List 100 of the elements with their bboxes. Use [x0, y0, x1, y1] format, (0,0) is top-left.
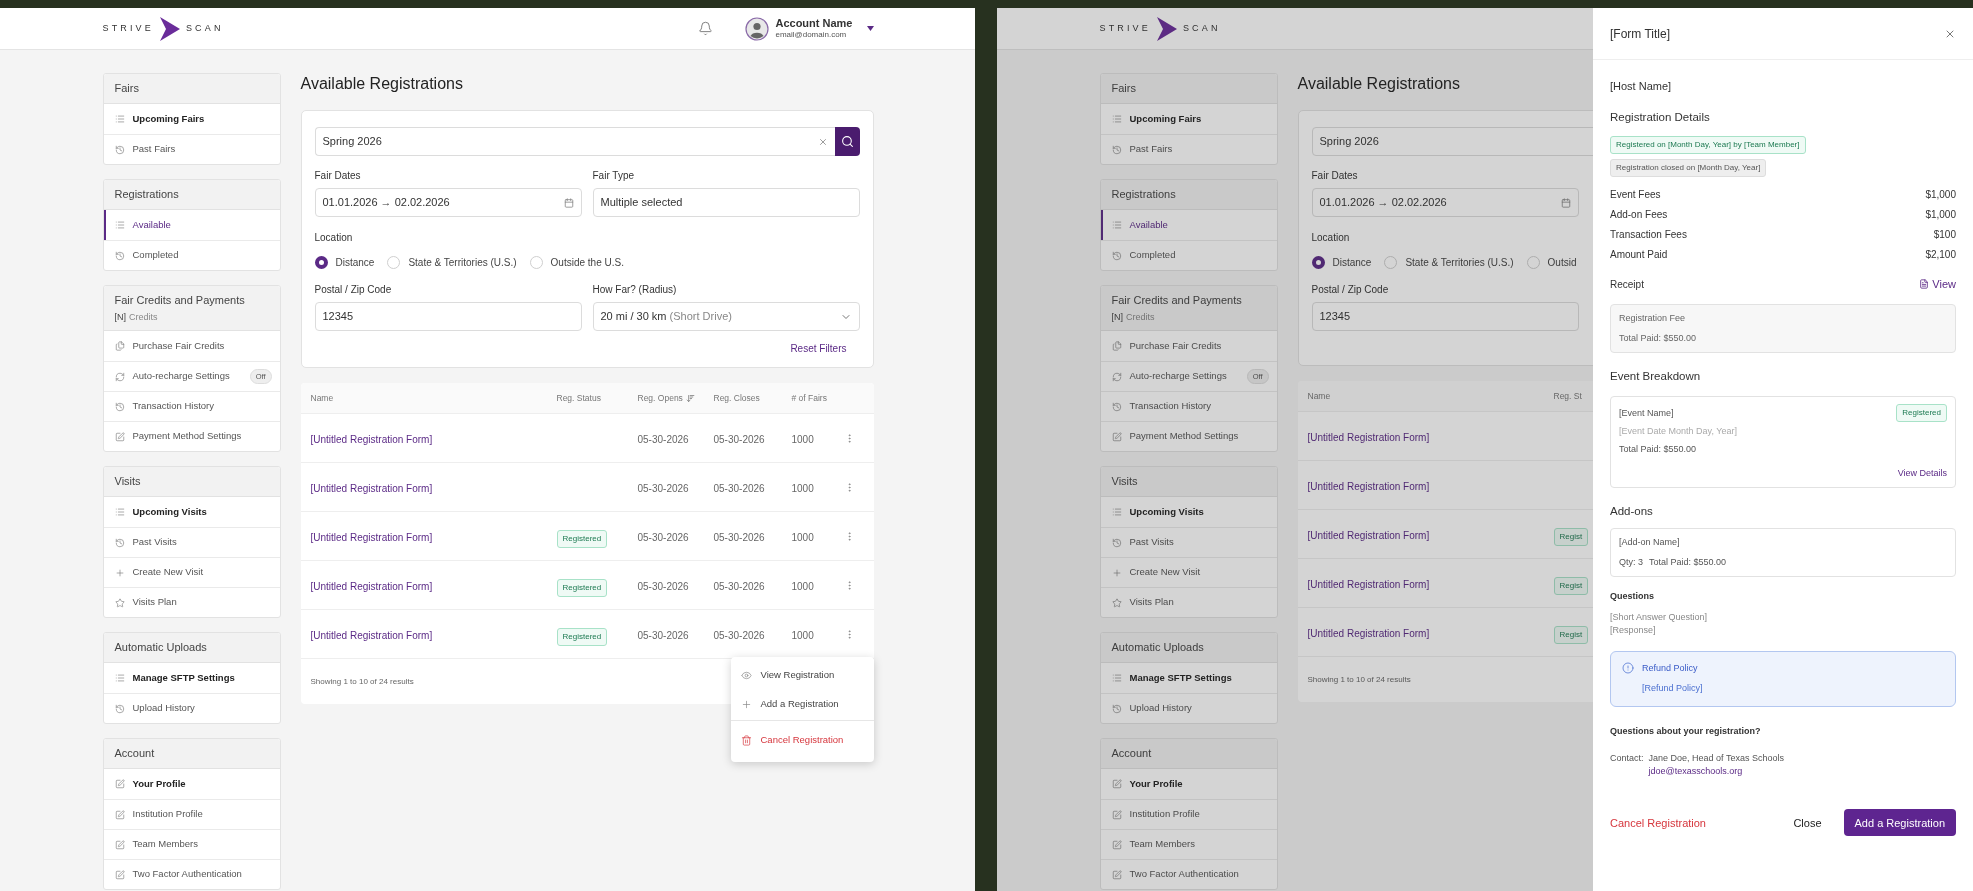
- date-range-field[interactable]: 01.01.2026 → 02.02.2026: [314, 188, 582, 217]
- credits-count: [N]: [1111, 311, 1123, 323]
- menu-item[interactable]: Add a Registration: [730, 690, 874, 719]
- caret-icon[interactable]: [866, 26, 874, 31]
- registration-form-link[interactable]: [Untitled Registration Form]: [1307, 577, 1430, 592]
- reset-filters-link[interactable]: Reset Filters: [790, 341, 847, 356]
- sidebar-item[interactable]: Upcoming Fairs: [103, 104, 280, 134]
- radio-button[interactable]: [314, 256, 328, 269]
- radio-label: Outsid: [1547, 256, 1577, 270]
- clear-icon[interactable]: [817, 136, 828, 147]
- section-title: Visits: [114, 474, 142, 489]
- radius-select[interactable]: 20 mi / 30 km (Short Drive): [592, 302, 860, 331]
- date-range-field[interactable]: 01.01.2026 → 02.02.2026: [1311, 188, 1579, 217]
- question-text: [Short Answer Question]: [1610, 610, 1709, 624]
- sidebar-item[interactable]: Create New Visit: [103, 557, 280, 587]
- sidebar-item[interactable]: Purchase Fair Credits: [1100, 331, 1277, 361]
- menu-item[interactable]: View Registration: [730, 661, 874, 690]
- view-receipt-link[interactable]: View: [1919, 275, 1956, 293]
- sidebar-item[interactable]: Manage SFTP Settings: [103, 663, 280, 693]
- logo-text: STRIVE: [1099, 21, 1151, 35]
- sidebar-item[interactable]: Institution Profile: [1100, 799, 1277, 829]
- postal-code-field[interactable]: 12345: [1311, 302, 1579, 331]
- sidebar-item[interactable]: Upload History: [103, 693, 280, 723]
- sidebar-item[interactable]: Past Fairs: [1100, 134, 1277, 164]
- plus-icon: [114, 567, 125, 578]
- table-cell: 05-30-2026: [637, 630, 689, 641]
- search-field[interactable]: Spring 2026: [314, 127, 835, 156]
- sidebar-item[interactable]: Purchase Fair Credits: [103, 331, 280, 361]
- sidebar-item[interactable]: Create New Visit: [1100, 557, 1277, 587]
- registered-badge: Registered: [556, 530, 608, 548]
- sidebar-item[interactable]: Past Visits: [103, 527, 280, 557]
- history-icon: [114, 537, 125, 548]
- section-heading: Add-ons: [1610, 504, 1654, 519]
- add-registration-button[interactable]: Add a Registration: [1843, 809, 1956, 837]
- section-heading: Registration Details: [1610, 109, 1711, 125]
- sidebar-item[interactable]: Upcoming Fairs: [1100, 104, 1277, 134]
- sidebar-item[interactable]: Manage SFTP Settings: [1100, 663, 1277, 693]
- sidebar-item[interactable]: Payment Method Settings: [103, 421, 280, 451]
- sidebar-item[interactable]: Upload History: [1100, 693, 1277, 723]
- registration-form-link[interactable]: [Untitled Registration Form]: [1307, 528, 1430, 543]
- fee-title: Registration Fee: [1619, 312, 1687, 326]
- registration-form-link[interactable]: [Untitled Registration Form]: [310, 481, 433, 496]
- refresh-icon: [114, 371, 125, 382]
- logo-text: STRIVE: [102, 21, 154, 35]
- registration-form-link[interactable]: [Untitled Registration Form]: [310, 579, 433, 594]
- sidebar-item[interactable]: Transaction History: [1100, 391, 1277, 421]
- notifications-bell-icon[interactable]: [698, 21, 714, 36]
- sidebar-item[interactable]: Upcoming Visits: [1100, 497, 1277, 527]
- edit-icon: [1111, 809, 1122, 820]
- sidebar-item[interactable]: Payment Method Settings: [1100, 421, 1277, 451]
- sort-icon[interactable]: [685, 393, 695, 403]
- sidebar-item[interactable]: Team Members: [103, 829, 280, 859]
- search-field[interactable]: Spring 2026: [1311, 127, 1593, 156]
- sidebar-item[interactable]: Transaction History: [103, 391, 280, 421]
- page-title: Available Registrations: [300, 74, 464, 94]
- section-title: Fairs: [114, 81, 140, 96]
- sidebar-item[interactable]: Available: [1100, 210, 1277, 240]
- registration-form-link[interactable]: [Untitled Registration Form]: [310, 432, 433, 447]
- search-button[interactable]: [834, 127, 860, 156]
- receipt-label: Receipt: [1610, 277, 1644, 292]
- registration-form-link[interactable]: [Untitled Registration Form]: [310, 530, 433, 545]
- sidebar-item[interactable]: Completed: [1100, 240, 1277, 270]
- column-header: Reg. St: [1553, 389, 1582, 403]
- registration-form-link[interactable]: [Untitled Registration Form]: [1307, 626, 1430, 641]
- view-details-link[interactable]: View Details: [1897, 466, 1947, 480]
- documents-icon: [1111, 341, 1122, 351]
- info-icon: [1622, 661, 1634, 674]
- sidebar-item[interactable]: Two Factor Authentication: [103, 859, 280, 889]
- sidebar-item[interactable]: Visits Plan: [103, 587, 280, 617]
- status-badge: Registered on [Month Day, Year] by [Team Member]: [1610, 135, 1806, 154]
- star-icon: [114, 597, 125, 608]
- registration-form-link[interactable]: [Untitled Registration Form]: [1307, 479, 1430, 494]
- registration-form-link[interactable]: [Untitled Registration Form]: [310, 628, 433, 643]
- edit-icon: [1111, 779, 1122, 789]
- list-icon: [1111, 220, 1122, 230]
- registered-badge: Regist: [1553, 626, 1589, 644]
- column-header: Name: [1307, 389, 1331, 403]
- sidebar-item[interactable]: Available: [103, 210, 280, 240]
- sidebar-item[interactable]: Your Profile: [1100, 769, 1277, 799]
- contact-email-link[interactable]: jdoe@texasschools.org: [1648, 765, 1784, 779]
- sidebar-item[interactable]: Past Fairs: [103, 134, 280, 164]
- sidebar-item[interactable]: Upcoming Visits: [103, 497, 280, 527]
- sidebar-item[interactable]: Completed: [103, 240, 280, 270]
- sidebar-item[interactable]: Team Members: [1100, 829, 1277, 859]
- cancel-registration-button[interactable]: Cancel Registration: [1610, 814, 1706, 831]
- sidebar-item[interactable]: Your Profile: [103, 769, 280, 799]
- radio-button[interactable]: [1311, 256, 1325, 269]
- list-icon: [114, 220, 125, 230]
- fair-type-select[interactable]: Multiple selected: [592, 188, 860, 217]
- sidebar-item[interactable]: Two Factor Authentication: [1100, 859, 1277, 889]
- fee-value: $100: [1933, 227, 1956, 242]
- close-button[interactable]: Close: [1793, 814, 1822, 831]
- postal-code-field[interactable]: 12345: [314, 302, 582, 331]
- sidebar-item[interactable]: Visits Plan: [1100, 587, 1277, 617]
- registration-form-link[interactable]: [Untitled Registration Form]: [1307, 430, 1430, 445]
- column-header: Reg. Closes: [713, 391, 760, 405]
- sidebar-item[interactable]: Past Visits: [1100, 527, 1277, 557]
- trash-icon: [740, 734, 752, 746]
- menu-item[interactable]: Cancel Registration: [730, 722, 874, 758]
- sidebar-item[interactable]: Institution Profile: [103, 799, 280, 829]
